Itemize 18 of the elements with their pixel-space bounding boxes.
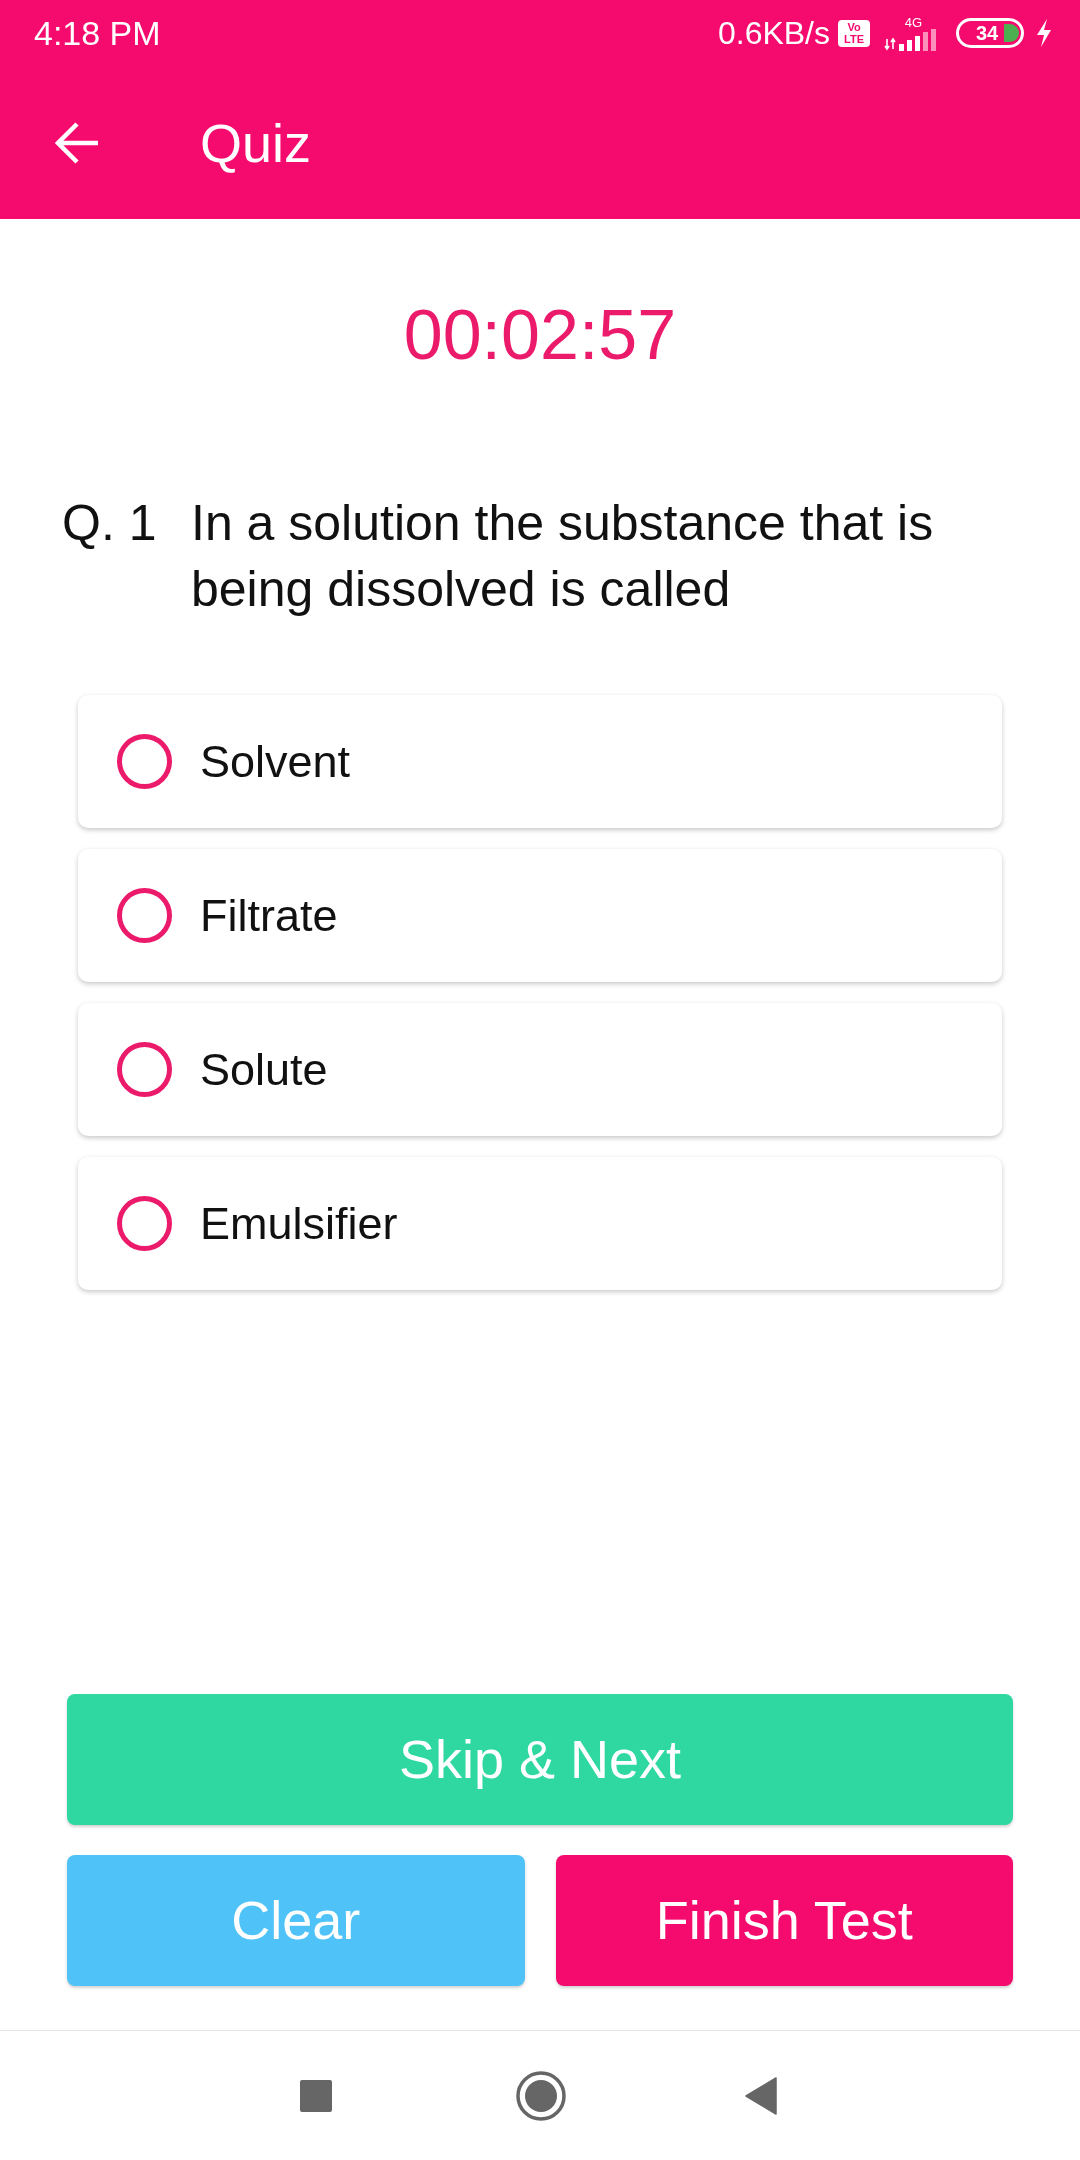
- back-icon[interactable]: [745, 2076, 777, 2115]
- answer-option[interactable]: Emulsifier: [78, 1157, 1002, 1290]
- answer-option[interactable]: Solvent: [78, 695, 1002, 828]
- home-icon[interactable]: [516, 2070, 566, 2121]
- question-number: Q. 1: [62, 494, 158, 553]
- status-time: 4:18 PM: [34, 16, 161, 50]
- back-arrow-icon[interactable]: [55, 120, 99, 165]
- timer-text: 00:02:57: [403, 295, 677, 376]
- volte-badge: Vo LTE: [838, 19, 870, 47]
- question-text: In a solution the substance that is being dissolved is called: [191, 494, 935, 619]
- answer-option[interactable]: Solute: [78, 1003, 1002, 1136]
- network-type-label: 4G: [904, 15, 922, 29]
- battery-percent: 34: [976, 21, 999, 46]
- finish-test-button[interactable]: Finish Test: [555, 1855, 1013, 1986]
- network-speed: 0.6KB/s: [717, 17, 830, 49]
- recent-apps-icon[interactable]: [300, 2079, 332, 2112]
- answer-option[interactable]: Filtrate: [78, 849, 1002, 982]
- battery-icon: [956, 18, 1024, 48]
